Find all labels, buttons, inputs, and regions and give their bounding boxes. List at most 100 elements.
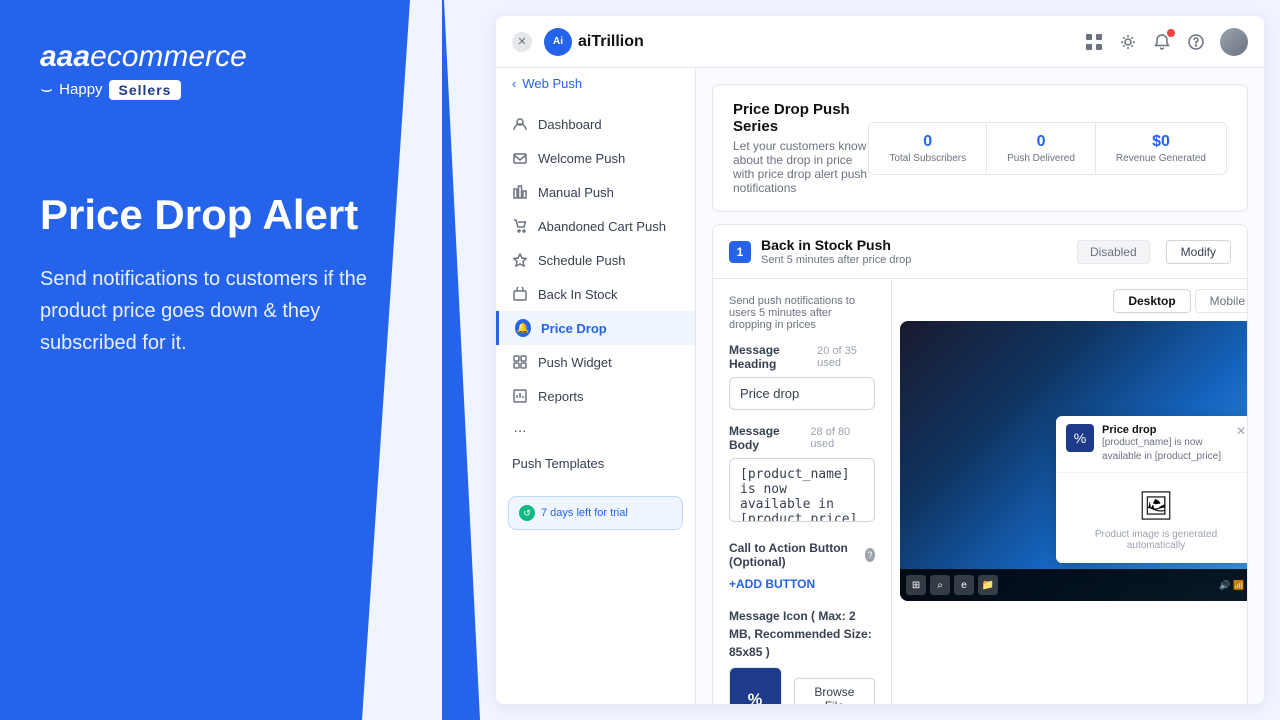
main-content: Price Drop Push Series Let your customer… <box>696 68 1264 704</box>
series-header: Price Drop Push Series Let your customer… <box>712 84 1248 212</box>
notification-close-icon[interactable]: ✕ <box>1236 424 1246 438</box>
cart-icon <box>512 218 528 234</box>
message-heading-label: Message Heading <box>729 343 817 371</box>
sidebar-item-dashboard[interactable]: Dashboard <box>496 107 695 141</box>
push-header-info: Back in Stock Push Sent 5 minutes after … <box>761 237 1077 266</box>
sidebar-item-more[interactable]: ··· <box>496 413 695 447</box>
push-card: 1 Back in Stock Push Sent 5 minutes afte… <box>712 224 1248 704</box>
taskbar-folder-icon: 📁 <box>978 575 998 595</box>
stat-subscribers-value: 0 <box>889 133 966 151</box>
message-body-label: Message Body <box>729 424 810 452</box>
series-stats: 0 Total Subscribers 0 Push Delivered $0 … <box>868 122 1227 175</box>
bell-active-icon: 🔔 <box>515 319 531 337</box>
tab-desktop[interactable]: Desktop <box>1113 289 1190 313</box>
app-logo-text: aiTrillion <box>578 33 644 51</box>
sidebar-item-push-templates[interactable]: Push Templates <box>496 447 695 480</box>
app-container: ✕ Ai aiTrillion <box>496 16 1264 704</box>
taskbar-edge-icon: e <box>954 575 974 595</box>
sidebar-back-button[interactable]: ‹ Web Push <box>496 68 695 99</box>
notification-badge <box>1167 29 1175 37</box>
notification-header: % Price drop [product_name] is now avail… <box>1056 416 1248 473</box>
grid-icon[interactable] <box>1084 32 1104 52</box>
right-panel: ✕ Ai aiTrillion <box>440 0 1280 720</box>
sidebar-item-push-widget[interactable]: Push Widget <box>496 345 695 379</box>
avatar[interactable] <box>1220 28 1248 56</box>
tab-mobile[interactable]: Mobile <box>1195 289 1248 313</box>
series-desc: Let your customers know about the drop i… <box>733 139 868 195</box>
status-badge[interactable]: Disabled <box>1077 240 1150 264</box>
brand-name: aaaecommerce <box>40 40 400 74</box>
box-icon <box>512 286 528 302</box>
sidebar-label-welcome: Welcome Push <box>538 151 625 166</box>
push-card-body: Send push notifications to users 5 minut… <box>713 279 1247 704</box>
sidebar-item-reports[interactable]: Reports <box>496 379 695 413</box>
notification-image-label: Product image is generated automatically <box>1068 529 1244 551</box>
push-form: Send push notifications to users 5 minut… <box>713 279 892 704</box>
back-label: Web Push <box>522 76 582 91</box>
sidebar-item-price-drop[interactable]: 🔔 Price Drop <box>496 311 695 345</box>
left-panel: aaaecommerce ⌣ Happy Sellers Price Drop … <box>0 0 440 720</box>
mail-icon <box>512 150 528 166</box>
series-title: Price Drop Push Series <box>733 101 868 135</box>
sidebar-item-manual-push[interactable]: Manual Push <box>496 175 695 209</box>
push-card-subtitle: Sent 5 minutes after price drop <box>761 254 1077 266</box>
cta-label: Call to Action Button (Optional) <box>729 541 861 569</box>
more-icon: ··· <box>512 422 528 438</box>
reports-icon <box>512 388 528 404</box>
taskbar: ⊞ ⌕ e 📁 🔊 📶 🔋 <box>900 569 1248 601</box>
app-header: ✕ Ai aiTrillion <box>496 16 1264 68</box>
push-description: Send push notifications to users 5 minut… <box>729 295 875 331</box>
add-button-link[interactable]: +ADD BUTTON <box>729 577 815 591</box>
modify-button[interactable]: Modify <box>1166 240 1231 264</box>
browse-file-button[interactable]: Browse File <box>794 678 875 704</box>
sidebar-item-schedule-push[interactable]: Schedule Push <box>496 243 695 277</box>
taskbar-right: 🔊 📶 🔋 <box>1219 580 1248 591</box>
trial-badge[interactable]: ↺ 7 days left for trial <box>508 496 683 530</box>
sidebar-label-manual: Manual Push <box>538 185 614 200</box>
icon-row: Message Icon ( Max: 2 MB, Recommended Si… <box>729 607 875 704</box>
sidebar-label-push-widget: Push Widget <box>538 355 612 370</box>
cta-row: Call to Action Button (Optional) ? +ADD … <box>729 541 875 593</box>
series-info: Price Drop Push Series Let your customer… <box>733 101 868 195</box>
page-description: Send notifications to customers if the p… <box>40 263 400 359</box>
message-body-textarea[interactable]: [product_name] is now available in [prod… <box>729 458 875 522</box>
preview-tabs: Desktop Mobile <box>892 279 1248 313</box>
sidebar-item-welcome-push[interactable]: Welcome Push <box>496 141 695 175</box>
svg-text:%: % <box>748 691 763 704</box>
sidebar: ‹ Web Push Dashboard Welcome Push <box>496 68 696 704</box>
taskbar-search-icon: ⌕ <box>930 575 950 595</box>
happy-text: Happy <box>59 81 102 98</box>
sidebar-label-back-stock: Back In Stock <box>538 287 617 302</box>
stat-delivered-value: 0 <box>1007 133 1075 151</box>
sidebar-label-dashboard: Dashboard <box>538 117 602 132</box>
bell-icon[interactable] <box>1152 32 1172 52</box>
icon-upload-area: % Browse File <box>729 667 875 704</box>
page-title: Price Drop Alert <box>40 191 400 239</box>
help-icon[interactable] <box>1186 32 1206 52</box>
push-number: 1 <box>729 241 751 263</box>
close-button[interactable]: ✕ <box>512 32 532 52</box>
cta-hint-icon: ? <box>865 548 875 562</box>
brand-aaa: aaa <box>40 40 90 73</box>
app-logo: Ai aiTrillion <box>544 28 644 56</box>
stat-subscribers-label: Total Subscribers <box>889 153 966 164</box>
bar-icon <box>512 184 528 200</box>
sidebar-item-abandoned-cart[interactable]: Abandoned Cart Push <box>496 209 695 243</box>
icon-label: Message Icon ( Max: 2 MB, Recommended Si… <box>729 609 872 659</box>
sidebar-item-back-in-stock[interactable]: Back In Stock <box>496 277 695 311</box>
stat-revenue-label: Revenue Generated <box>1116 153 1206 164</box>
settings-icon[interactable] <box>1118 32 1138 52</box>
notification-title: Price drop <box>1102 424 1228 436</box>
icon-preview: % <box>729 667 782 704</box>
widget-icon <box>512 354 528 370</box>
sellers-badge: Sellers <box>109 80 182 100</box>
brand-logo: aaaecommerce ⌣ Happy Sellers <box>40 40 400 101</box>
person-icon <box>512 116 528 132</box>
sidebar-label-push-templates: Push Templates <box>512 456 604 471</box>
taskbar-time: 🔊 📶 🔋 <box>1219 580 1248 591</box>
ai-logo-icon: Ai <box>544 28 572 56</box>
sidebar-label-price-drop: Price Drop <box>541 321 607 336</box>
message-heading-input[interactable] <box>729 377 875 410</box>
notification-popup: % Price drop [product_name] is now avail… <box>1056 416 1248 563</box>
star-icon <box>512 252 528 268</box>
